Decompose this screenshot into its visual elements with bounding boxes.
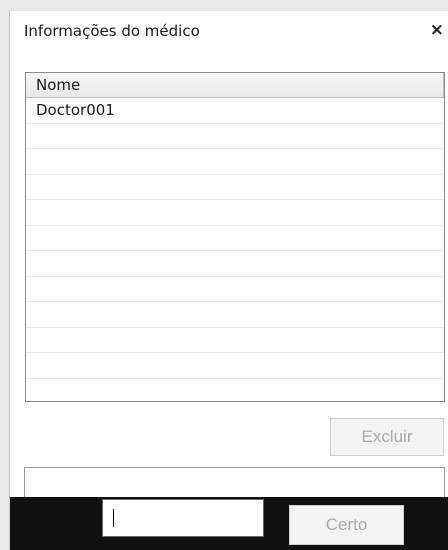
list-item[interactable] [26, 149, 444, 175]
doctor-info-dialog: Informações do médico × Nome Doctor001 E… [9, 10, 448, 550]
close-icon[interactable]: × [430, 20, 444, 40]
list-item[interactable] [26, 328, 444, 353]
list-item[interactable] [26, 226, 444, 251]
column-header-nome[interactable]: Nome [26, 73, 444, 98]
dialog-title: Informações do médico [24, 22, 200, 40]
ok-button[interactable]: Certo [289, 505, 404, 545]
doctor-name-input[interactable] [102, 499, 264, 537]
list-item[interactable]: Doctor001 [26, 98, 444, 124]
dialog-body: Nome Doctor001 Excluir Certo [10, 51, 448, 550]
list-item[interactable] [26, 277, 444, 302]
title-bar: Informações do médico × [10, 11, 448, 51]
list-item[interactable] [26, 353, 444, 379]
list-item[interactable] [26, 175, 444, 200]
delete-button[interactable]: Excluir [330, 418, 444, 456]
list-item[interactable] [26, 124, 444, 149]
list-item[interactable] [26, 200, 444, 226]
doctor-list[interactable]: Nome Doctor001 [25, 72, 445, 402]
list-item[interactable] [26, 302, 444, 328]
text-caret [113, 509, 114, 527]
list-item[interactable] [26, 379, 444, 402]
list-item[interactable] [26, 251, 444, 277]
